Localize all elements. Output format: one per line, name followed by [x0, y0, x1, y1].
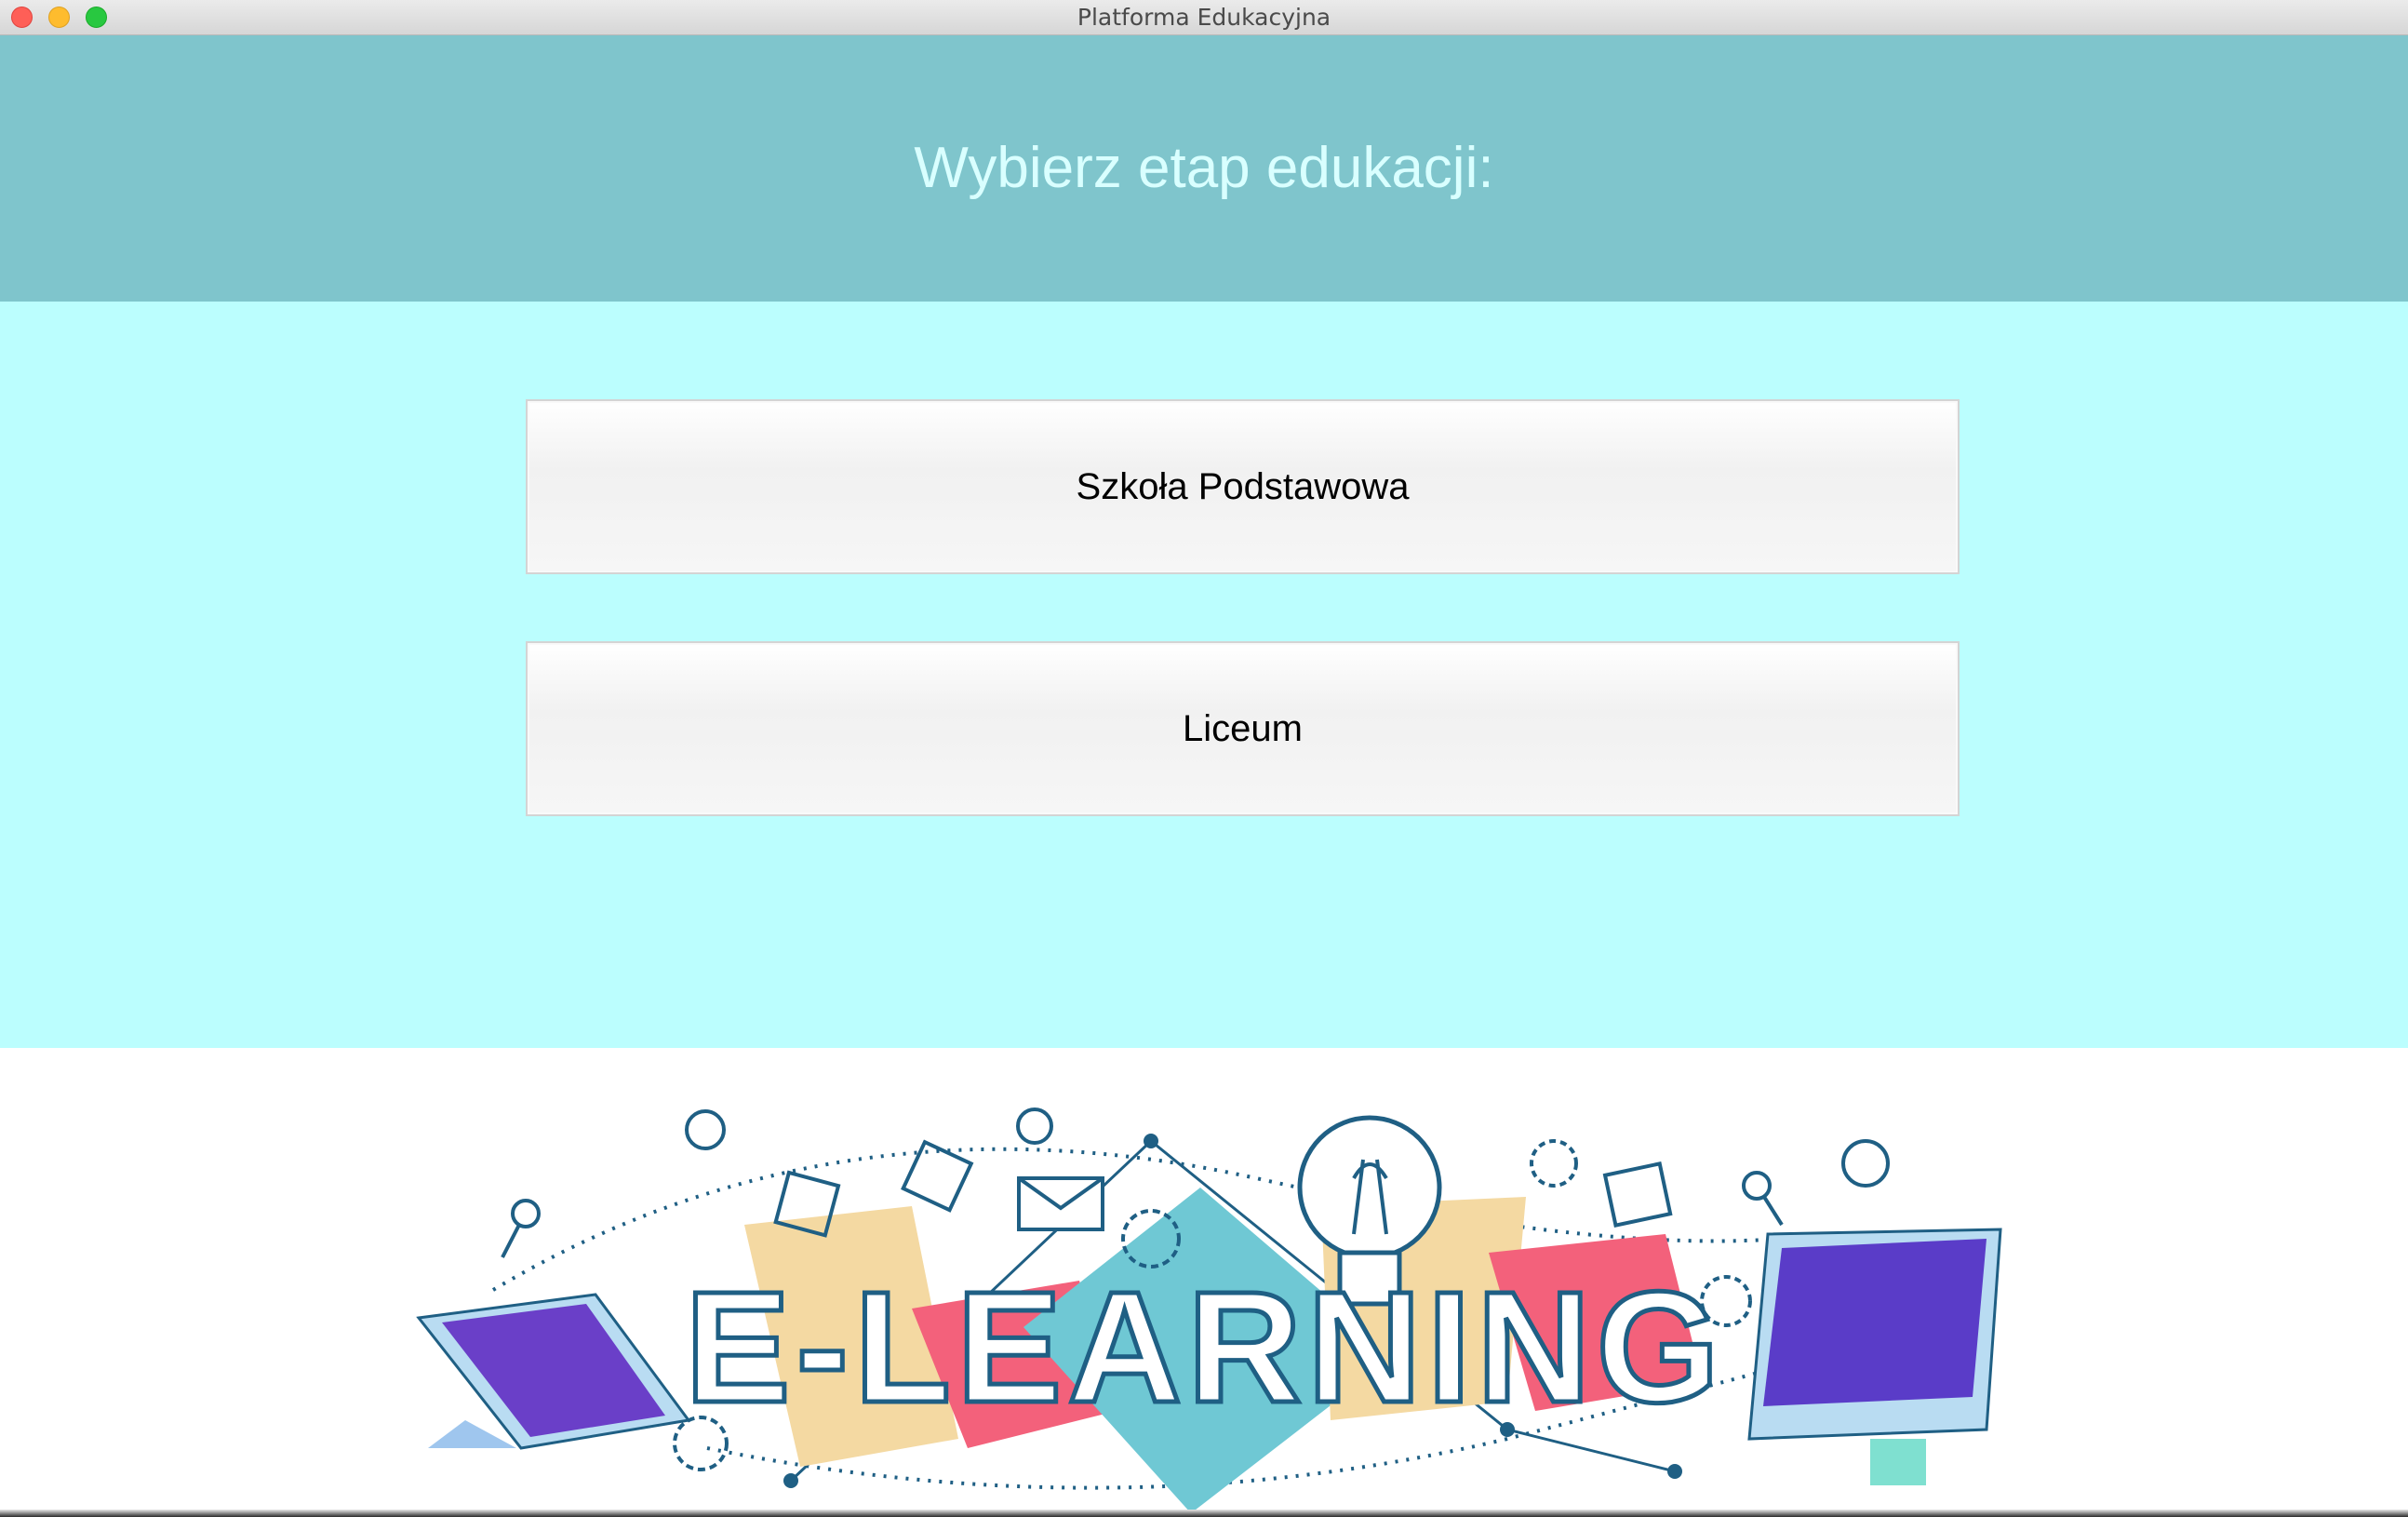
app-window: Platforma Edukacyjna Wybierz etap edukac…	[0, 0, 2408, 1517]
title-bar[interactable]: Platforma Edukacyjna	[0, 0, 2408, 35]
window-title: Platforma Edukacyjna	[1077, 4, 1331, 31]
window-bottom-edge	[0, 1510, 2408, 1517]
e-learning-illustration: E-LEARNING	[416, 1108, 2002, 1513]
stage-selection-panel: Szkoła Podstawowa Liceum	[0, 302, 2408, 1048]
e-learning-banner: E-LEARNING	[0, 1048, 2408, 1517]
svg-text:E-LEARNING: E-LEARNING	[685, 1259, 1725, 1436]
high-school-button[interactable]: Liceum	[526, 641, 1960, 816]
primary-school-button[interactable]: Szkoła Podstawowa	[526, 399, 1960, 574]
page-title: Wybierz etap edukacji:	[914, 136, 1494, 200]
header: Wybierz etap edukacji:	[0, 35, 2408, 302]
